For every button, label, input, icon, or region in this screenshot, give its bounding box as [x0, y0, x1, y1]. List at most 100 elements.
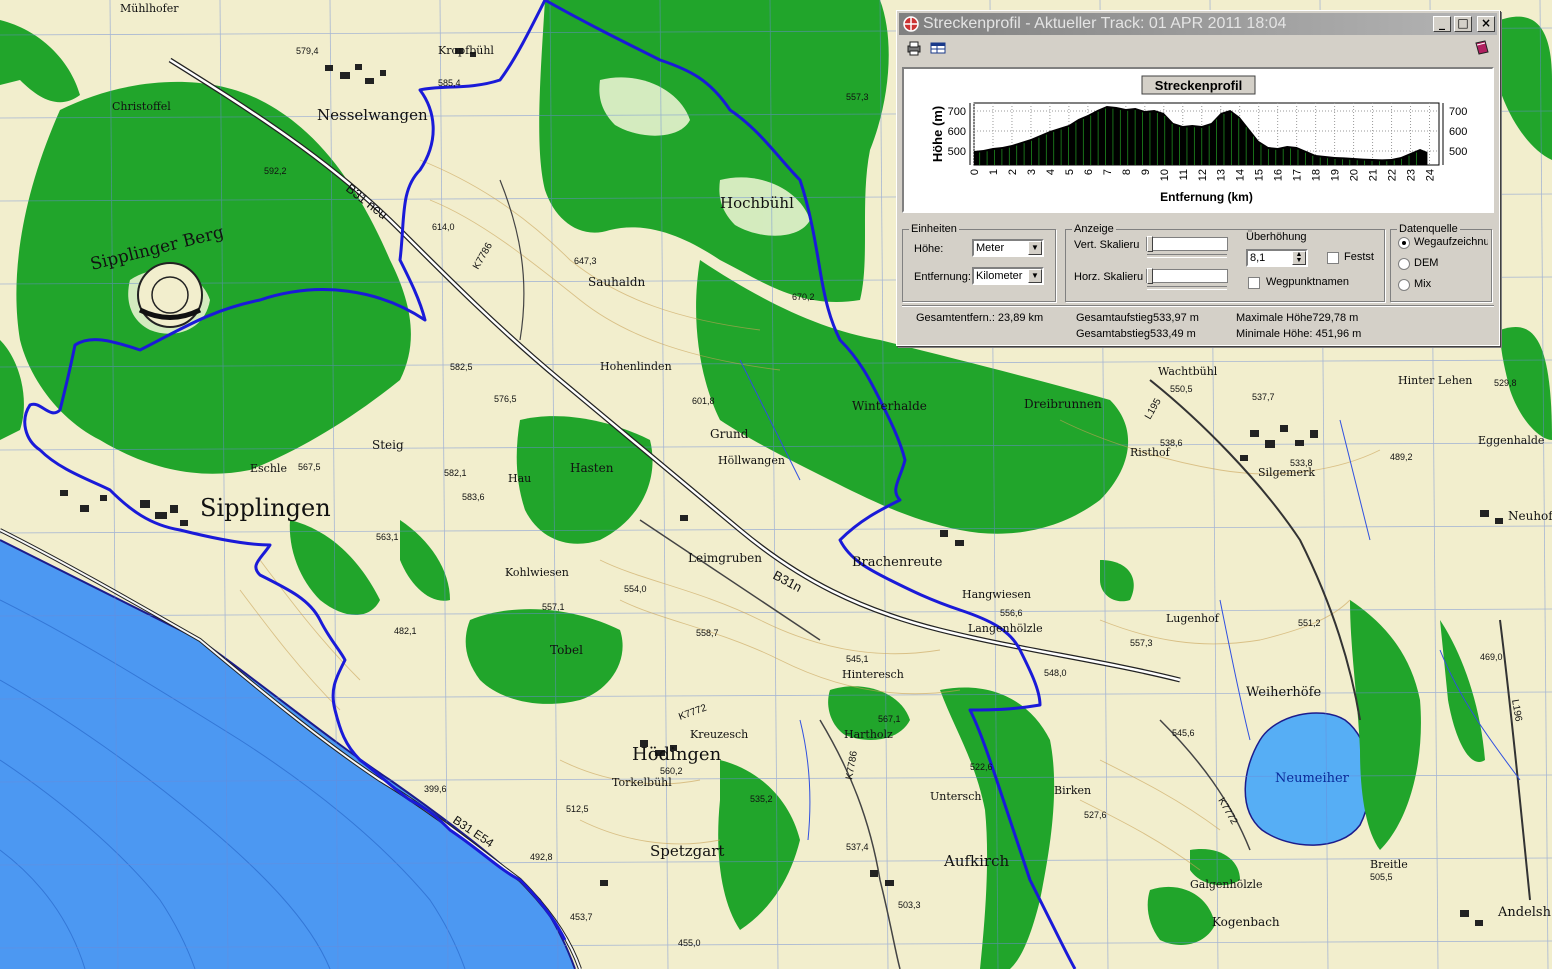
fixed-checkbox[interactable]	[1327, 252, 1339, 264]
place-kropfbuehl: Kropfbühl	[438, 44, 494, 57]
x-tick-label: 8	[1121, 169, 1133, 175]
place-birken: Birken	[1054, 784, 1091, 797]
place-hoellwangen: Höllwangen	[718, 454, 785, 467]
x-tick-label: 18	[1311, 169, 1323, 181]
place-kreuzesch: Kreuzesch	[690, 728, 748, 741]
place-eschle: Eschle	[250, 462, 287, 475]
exaggeration-spinner[interactable]: 8,1 ▲ ▼	[1246, 249, 1308, 267]
y-tick-label-left: 500	[948, 146, 966, 158]
y-tick-label-left: 700	[948, 106, 966, 118]
maximize-button[interactable]: □	[1454, 16, 1472, 32]
y-tick-label-right: 600	[1449, 126, 1467, 138]
spot-height: 538,6	[1160, 438, 1183, 448]
display-group-label: Anzeige	[1074, 223, 1114, 235]
place-neuhof: Neuhof	[1508, 509, 1552, 523]
height-unit-value: Meter	[976, 242, 1005, 254]
waypoint-names-checkbox[interactable]	[1248, 277, 1260, 289]
x-tick-label: 23	[1406, 169, 1418, 181]
distance-unit-select[interactable]: Kilometer ▼	[972, 267, 1044, 285]
vert-scale-thumb[interactable]	[1147, 236, 1153, 252]
vert-scale-label: Vert. Skalieru	[1074, 239, 1140, 251]
sipplinger-berg-ring	[137, 262, 203, 328]
window-titlebar[interactable]: Streckenprofil - Aktueller Track: 01 APR…	[899, 13, 1497, 35]
place-spetzgart: Spetzgart	[650, 842, 724, 860]
spot-height: 556,6	[1000, 608, 1023, 618]
height-unit-label: Höhe:	[914, 243, 944, 255]
compass-icon	[903, 16, 919, 32]
x-axis-label: Entfernung (km)	[1160, 190, 1253, 204]
x-tick-label: 11	[1178, 169, 1190, 180]
profile-window[interactable]: Streckenprofil - Aktueller Track: 01 APR…	[896, 10, 1500, 346]
spot-height: 512,5	[566, 804, 589, 814]
place-hasten: Hasten	[570, 461, 614, 475]
spot-height: 482,1	[394, 626, 417, 636]
place-sipplingen: Sipplingen	[200, 494, 331, 522]
chevron-down-icon[interactable]: ▼	[1028, 241, 1042, 255]
spot-height: 537,7	[1252, 392, 1275, 402]
chart-title: Streckenprofil	[1155, 78, 1242, 93]
close-button[interactable]: ×	[1477, 16, 1495, 32]
place-andelsh: Andelsh	[1497, 905, 1552, 920]
spot-height: 583,6	[462, 492, 485, 502]
x-tick-label: 0	[969, 169, 981, 175]
spot-height: 560,2	[660, 766, 683, 776]
spot-height: 399,6	[424, 784, 447, 794]
x-tick-label: 4	[1045, 169, 1057, 175]
spot-height: 548,0	[1044, 668, 1067, 678]
spot-height: 550,5	[1170, 384, 1193, 394]
place-langenhoelzle: Langenhölzle	[968, 622, 1043, 635]
statistics-bar: Gesamtentfern.: 23,89 km Gesamtaufstieg5…	[902, 305, 1494, 342]
x-tick-label: 10	[1159, 169, 1171, 181]
spot-height: 576,5	[494, 394, 517, 404]
place-sauhaldn: Sauhaldn	[588, 275, 646, 289]
spin-arrows-icon[interactable]: ▲ ▼	[1292, 251, 1306, 265]
place-torkelbuehl: Torkelbühl	[612, 776, 672, 789]
height-unit-select[interactable]: Meter ▼	[972, 239, 1044, 257]
x-tick-label: 12	[1197, 169, 1209, 181]
place-hartholz: Hartholz	[844, 728, 893, 741]
source-radio-mix[interactable]	[1398, 279, 1410, 291]
x-tick-label: 15	[1254, 169, 1266, 181]
window-title: Streckenprofil - Aktueller Track: 01 APR…	[923, 15, 1287, 32]
min-height: Minimale Höhe: 451,96 m	[1236, 328, 1362, 340]
place-hau: Hau	[508, 472, 531, 485]
place-tobel: Tobel	[550, 643, 583, 657]
minimize-button[interactable]: _	[1433, 16, 1451, 32]
horz-scale-thumb[interactable]	[1147, 268, 1153, 284]
x-tick-label: 1	[988, 169, 1000, 175]
total-descent: Gesamtabstieg533,49 m	[1076, 328, 1196, 340]
source-group-label: Datenquelle	[1399, 223, 1458, 235]
place-grund: Grund	[710, 427, 749, 441]
place-kohlwiesen: Kohlwiesen	[505, 566, 569, 579]
horz-scale-slider[interactable]	[1146, 268, 1228, 290]
spot-height: 557,3	[846, 92, 869, 102]
spot-height: 557,3	[1130, 638, 1153, 648]
place-aufkirch: Aufkirch	[943, 852, 1010, 870]
spot-height: 554,0	[624, 584, 647, 594]
spot-height: 647,3	[574, 256, 597, 266]
x-tick-label: 5	[1064, 169, 1076, 175]
spot-height: 579,4	[296, 46, 319, 56]
source-radio-dem[interactable]	[1398, 258, 1410, 270]
vert-scale-slider[interactable]	[1146, 236, 1228, 258]
spot-height: 503,3	[898, 900, 921, 910]
spot-height: 670,2	[792, 292, 815, 302]
spot-height: 563,1	[376, 532, 399, 542]
spot-height: 592,2	[264, 166, 287, 176]
elevation-chart: Streckenprofil500 500600 600700 7000 1 2 3 4 5 6 7…	[930, 75, 1467, 204]
spot-height: 522,6	[970, 762, 993, 772]
book-icon[interactable]	[1473, 39, 1491, 57]
place-winterhalde: Winterhalde	[852, 399, 927, 413]
y-axis-label: Höhe (m)	[930, 106, 945, 162]
table-icon[interactable]	[929, 39, 947, 57]
y-tick-label-right: 700	[1449, 106, 1467, 118]
spot-height: 505,5	[1370, 872, 1393, 882]
printer-icon[interactable]	[905, 39, 923, 57]
spot-height: 567,5	[298, 462, 321, 472]
spot-height: 582,1	[444, 468, 467, 478]
source-radio-track[interactable]	[1398, 237, 1410, 249]
x-tick-label: 19	[1330, 169, 1342, 181]
place-hinter-lehen: Hinter Lehen	[1398, 374, 1472, 387]
x-tick-label: 3	[1026, 169, 1038, 175]
chevron-down-icon[interactable]: ▼	[1028, 269, 1042, 283]
